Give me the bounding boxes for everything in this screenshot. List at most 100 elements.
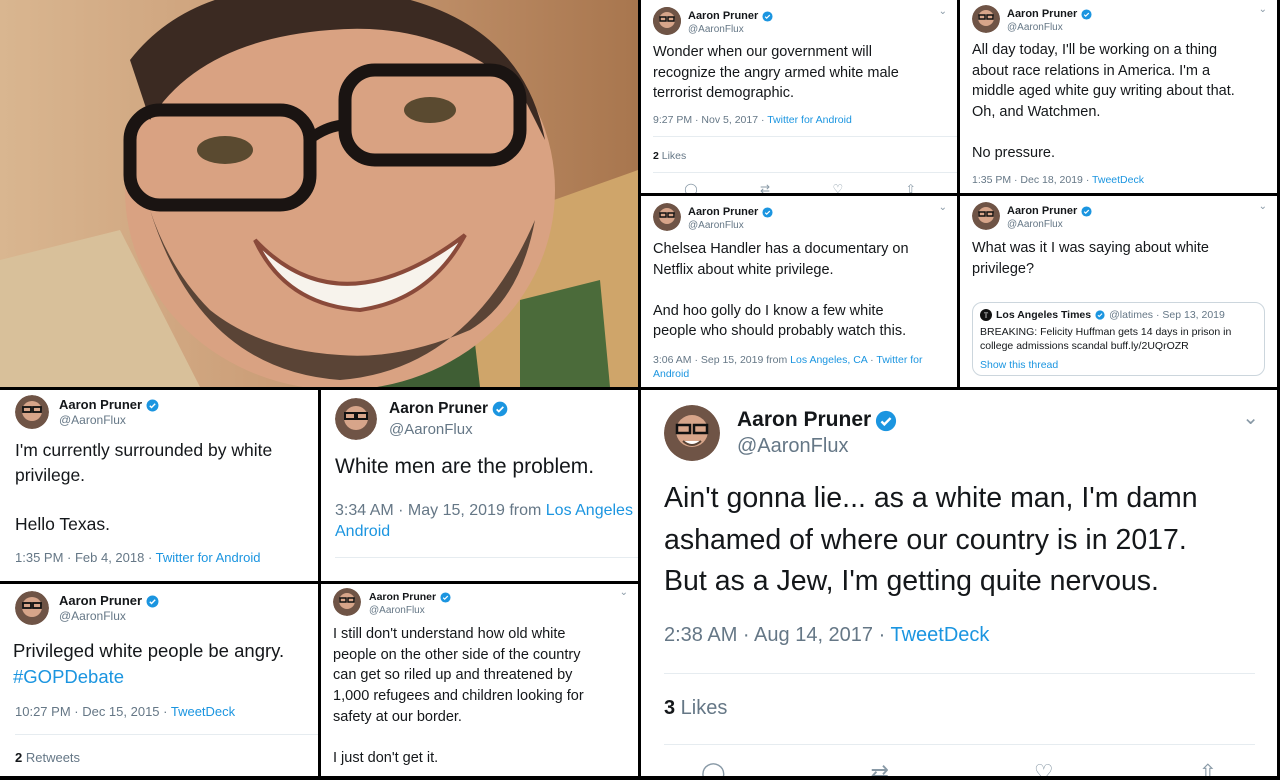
likes-label: Likes [675, 697, 728, 719]
likes-stat[interactable]: 2 Likes [653, 150, 686, 162]
author-name[interactable]: Aaron Pruner [389, 400, 488, 418]
author-handle[interactable]: @AaronFlux [59, 609, 159, 624]
divider [664, 744, 1255, 745]
quoted-meta: @latimes · Sep 13, 2019 [1109, 309, 1225, 321]
quoted-author-name[interactable]: Los Angeles Times [996, 309, 1091, 321]
share-icon[interactable]: ⇧ [1199, 760, 1217, 776]
author-name[interactable]: Aaron Pruner [59, 397, 142, 413]
author-handle[interactable]: @AaronFlux [389, 421, 508, 438]
tweet-meta: 1:35 PM · Feb 4, 2018 · Twitter for Andr… [15, 550, 260, 565]
author-handle[interactable]: @AaronFlux [688, 24, 773, 36]
tweet-card-3: Aaron Pruner @AaronFlux ⌄ Chelsea Handle… [641, 196, 957, 387]
tweet-location[interactable]: Los Angeles, CA [790, 354, 867, 366]
likes-stat[interactable]: 3 Likes [664, 697, 727, 720]
verified-badge-icon [440, 591, 451, 603]
tweet-body: Privileged white people be angry. #GOPDe… [13, 638, 317, 690]
tweet-meta: 1:35 PM · Dec 18, 2019 · TweetDeck [972, 174, 1144, 186]
portrait-illustration [0, 0, 638, 387]
chevron-down-icon[interactable]: ⌄ [1259, 201, 1267, 212]
avatar-image [15, 395, 49, 429]
tweet-source[interactable]: Twitter for Android [156, 550, 261, 565]
tweet-meta: 3:34 AM · May 15, 2019 from Los Angeles A… [335, 500, 638, 542]
tweet-time[interactable]: 1:35 PM · Feb 4, 2018 · [15, 550, 156, 565]
divider [653, 172, 957, 173]
avatar[interactable] [15, 591, 49, 625]
tweet-time[interactable]: 2:38 AM · Aug 14, 2017 · [664, 624, 890, 646]
verified-badge-icon [146, 595, 159, 608]
chevron-down-icon[interactable]: ⌄ [1242, 405, 1259, 430]
tweet-time[interactable]: 9:27 PM · Nov 5, 2017 · [653, 114, 767, 126]
author-name[interactable]: Aaron Pruner [688, 206, 758, 219]
verified-badge-icon [492, 401, 508, 417]
chevron-down-icon[interactable]: ⌄ [620, 587, 628, 598]
author-handle[interactable]: @AaronFlux [59, 413, 159, 428]
reply-icon[interactable]: ◯ [684, 182, 697, 193]
tweet-meta: 9:27 PM · Nov 5, 2017 · Twitter for Andr… [653, 114, 852, 126]
author-handle[interactable]: @AaronFlux [369, 605, 451, 617]
avatar[interactable] [15, 395, 49, 429]
reply-icon[interactable]: ◯ [701, 760, 726, 776]
retweets-label: Retweets [22, 750, 81, 765]
tweet-card-6: Aaron Pruner @AaronFlux White men are th… [321, 390, 638, 581]
share-icon[interactable]: ⇧ [906, 182, 916, 193]
tweet-time[interactable]: 1:35 PM · Dec 18, 2019 · [972, 174, 1092, 186]
tweet-text: Wonder when our government will recogniz… [653, 44, 899, 101]
tweet-meta: 10:27 PM · Dec 15, 2015 · TweetDeck [15, 704, 235, 719]
avatar-image [15, 591, 49, 625]
chevron-down-icon[interactable]: ⌄ [939, 202, 947, 213]
tweet-text: All day today, I'll be working on a thin… [972, 42, 1235, 161]
likes-count: 3 [664, 697, 676, 719]
tweet-card-1: Aaron Pruner @AaronFlux ⌄ Wonder when ou… [641, 0, 957, 193]
show-thread-link[interactable]: Show this thread [980, 359, 1058, 371]
avatar[interactable] [653, 6, 681, 35]
tweet-source[interactable]: Android [335, 523, 390, 540]
author-handle[interactable]: @AaronFlux [688, 220, 773, 232]
like-icon[interactable]: ♡ [833, 182, 844, 193]
author-name[interactable]: Aaron Pruner [688, 10, 758, 23]
author-name[interactable]: Aaron Pruner [369, 591, 436, 603]
avatar[interactable] [972, 201, 1000, 230]
tweet-source[interactable]: Twitter for Android [767, 114, 852, 126]
verified-badge-icon [1081, 9, 1092, 20]
tweet-location[interactable]: Los Angeles [546, 502, 633, 519]
tweet-time[interactable]: 10:27 PM · Dec 15, 2015 · [15, 704, 171, 719]
author-handle[interactable]: @AaronFlux [1007, 22, 1092, 34]
tweet-time[interactable]: 3:34 AM · May 15, 2019 from [335, 502, 546, 519]
author-name[interactable]: Aaron Pruner [1007, 8, 1077, 21]
tweet-meta: 3:06 AM · Sep 15, 2019 from Los Angeles,… [653, 353, 949, 381]
avatar-image [335, 398, 377, 440]
divider [335, 557, 638, 558]
divider [15, 734, 318, 735]
author-name[interactable]: Aaron Pruner [59, 593, 142, 609]
likes-label: Likes [658, 150, 687, 162]
avatar[interactable] [335, 398, 377, 440]
chevron-down-icon[interactable]: ⌄ [1259, 4, 1267, 15]
author-handle[interactable]: @AaronFlux [737, 434, 897, 459]
tweet-card-9: Aaron Pruner @AaronFlux ⌄ Ain't gonna li… [641, 390, 1277, 776]
avatar[interactable] [972, 4, 1000, 33]
quoted-tweet[interactable]: T Los Angeles Times @latimes · Sep 13, 2… [972, 302, 1265, 376]
tweet-source[interactable]: TweetDeck [171, 704, 235, 719]
like-icon[interactable]: ♡ [1034, 760, 1054, 776]
avatar[interactable] [653, 202, 681, 231]
author-name[interactable]: Aaron Pruner [737, 407, 871, 433]
retweet-icon[interactable]: ⇄ [871, 760, 889, 776]
verified-badge-icon [146, 399, 159, 412]
tweet-text: Privileged white people be angry. [13, 640, 285, 661]
avatar-image [653, 202, 681, 231]
divider [664, 673, 1255, 674]
author-name[interactable]: Aaron Pruner [1007, 205, 1077, 218]
avatar[interactable] [333, 587, 361, 616]
tweet-source[interactable]: TweetDeck [1092, 174, 1144, 186]
tweet-time[interactable]: 3:06 AM · Sep 15, 2019 from [653, 354, 790, 366]
hashtag-link[interactable]: #GOPDebate [13, 664, 317, 690]
chevron-down-icon[interactable]: ⌄ [939, 6, 947, 17]
retweets-stat[interactable]: 2 Retweets [15, 750, 80, 765]
retweet-icon[interactable]: ⇄ [760, 182, 770, 193]
action-bar: ◯ ⇄ ♡ ⇧ [701, 760, 1217, 776]
verified-badge-icon [1081, 206, 1092, 217]
tweet-source[interactable]: TweetDeck [890, 624, 989, 646]
author-handle[interactable]: @AaronFlux [1007, 219, 1092, 231]
divider [653, 136, 957, 137]
avatar[interactable] [664, 405, 720, 461]
